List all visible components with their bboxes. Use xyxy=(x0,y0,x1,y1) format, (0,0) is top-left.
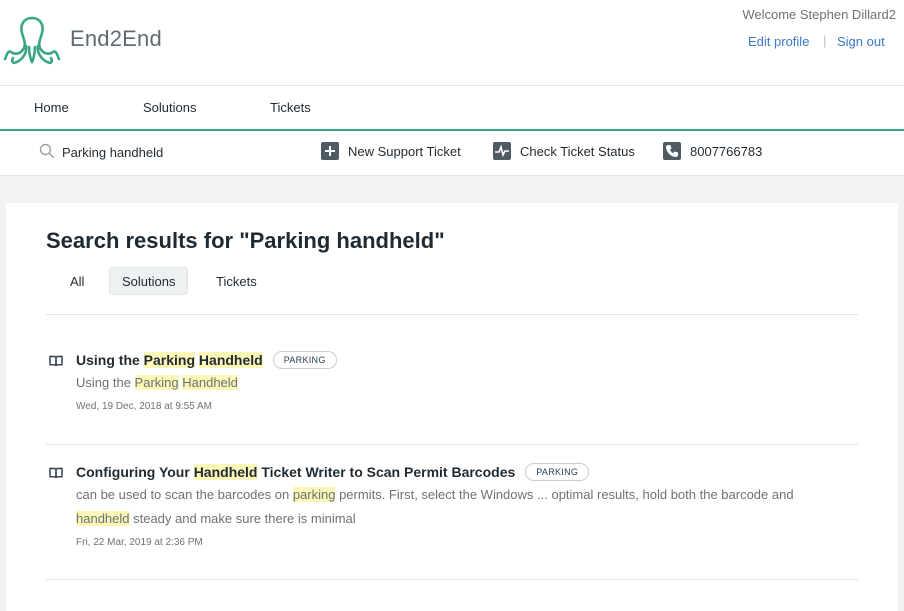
result-date: Wed, 19 Dec, 2018 at 9:55 AM xyxy=(76,401,213,412)
result-desc-text: can be used to scan the barcodes on xyxy=(76,487,293,502)
result-desc-line: handheld steady and make sure there is m… xyxy=(76,507,856,531)
result-title-link[interactable]: Using the Parking Handheld PARKING xyxy=(76,351,337,369)
result-desc-highlight: handheld xyxy=(76,511,130,526)
tab-solutions[interactable]: Solutions xyxy=(109,267,189,295)
phone-icon xyxy=(663,142,681,160)
result-title-text: Ticket Writer to Scan Permit Barcodes xyxy=(257,464,516,480)
search-result-item: Configuring Your Handheld Ticket Writer … xyxy=(46,463,858,563)
nav-item-tickets[interactable]: Tickets xyxy=(270,100,311,115)
result-title-text: Configuring Your xyxy=(76,464,194,480)
link-separator: | xyxy=(823,33,827,48)
brand-name[interactable]: End2End xyxy=(70,26,162,52)
result-date: Fri, 22 Mar, 2019 at 2:36 PM xyxy=(76,537,203,548)
welcome-text: Welcome Stephen Dillard2 xyxy=(742,7,896,22)
edit-profile-link[interactable]: Edit profile xyxy=(748,34,809,49)
result-description: Using the Parking Handheld xyxy=(76,371,856,395)
new-support-ticket-label: New Support Ticket xyxy=(348,144,461,159)
plus-icon xyxy=(321,142,339,160)
search-result-item: Using the Parking Handheld PARKING Using … xyxy=(46,351,858,431)
tab-all[interactable]: All xyxy=(58,267,96,295)
site-header: End2End Welcome Stephen Dillard2 Edit pr… xyxy=(0,0,904,86)
result-desc-highlight: Parking xyxy=(134,375,179,390)
tab-tickets[interactable]: Tickets xyxy=(204,267,269,295)
category-badge[interactable]: PARKING xyxy=(525,463,590,481)
result-title-link[interactable]: Configuring Your Handheld Ticket Writer … xyxy=(76,463,590,481)
result-title-highlight: Parking xyxy=(143,352,196,368)
result-desc-text: Using the xyxy=(76,375,135,390)
page-title: Search results for "Parking handheld" xyxy=(46,228,445,253)
phone-number-label: 8007766783 xyxy=(690,144,763,159)
result-title-text: Using the xyxy=(76,352,144,368)
octopus-logo-icon[interactable] xyxy=(2,14,62,66)
divider xyxy=(46,314,858,315)
result-title-highlight: Handheld xyxy=(198,352,263,368)
check-ticket-status-button[interactable]: Check Ticket Status xyxy=(493,142,643,162)
phone-number[interactable]: 8007766783 xyxy=(663,142,773,162)
divider xyxy=(46,444,858,445)
nav-item-home[interactable]: Home xyxy=(34,100,69,115)
result-desc-highlight: Handheld xyxy=(182,375,238,390)
result-title-highlight: Handheld xyxy=(193,464,258,480)
pulse-icon xyxy=(493,142,511,160)
result-desc-highlight: parking xyxy=(292,487,336,502)
main-nav: Home Solutions Tickets xyxy=(0,86,904,131)
result-description: can be used to scan the barcodes on park… xyxy=(76,483,856,531)
search-input[interactable] xyxy=(62,141,292,163)
result-desc-text: permits. First, select the Windows ... o… xyxy=(335,487,794,502)
category-badge[interactable]: PARKING xyxy=(272,351,337,369)
search-icon xyxy=(39,143,55,159)
sign-out-link[interactable]: Sign out xyxy=(837,34,885,49)
result-desc-text: steady and make sure there is minimal xyxy=(129,511,356,526)
book-icon xyxy=(49,355,63,367)
check-ticket-status-label: Check Ticket Status xyxy=(520,144,635,159)
search-results-card: Search results for "Parking handheld" Al… xyxy=(6,203,898,611)
book-icon xyxy=(49,467,63,479)
nav-item-solutions[interactable]: Solutions xyxy=(143,100,196,115)
result-desc-line: can be used to scan the barcodes on park… xyxy=(76,483,856,507)
divider xyxy=(46,579,858,580)
new-support-ticket-button[interactable]: New Support Ticket xyxy=(321,142,471,162)
toolbar: New Support Ticket Check Ticket Status 8… xyxy=(0,131,904,176)
